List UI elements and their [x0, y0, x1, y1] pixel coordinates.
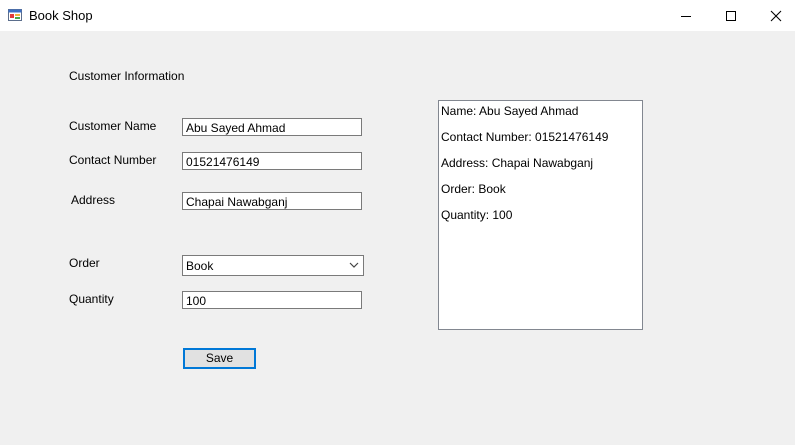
customer-name-label: Customer Name	[69, 119, 157, 133]
address-label: Address	[71, 193, 116, 207]
output-listbox[interactable]: Name: Abu Sayed Ahmad Contact Number: 01…	[438, 100, 643, 330]
address-input[interactable]: Chapai Nawabganj	[182, 192, 362, 210]
minimize-icon	[681, 16, 691, 17]
save-button[interactable]: Save	[183, 348, 256, 369]
section-title: Customer Information	[69, 69, 185, 83]
order-select[interactable]: Book	[182, 255, 364, 276]
window-title: Book Shop	[29, 8, 93, 23]
chevron-down-icon[interactable]	[349, 262, 359, 269]
maximize-icon	[726, 11, 736, 21]
book-shop-window: Book Shop Customer Information Customer …	[0, 0, 795, 445]
contact-number-label: Contact Number	[69, 153, 157, 167]
output-line-address: Address: Chapai Nawabganj	[441, 156, 594, 170]
output-line-order: Order: Book	[441, 182, 506, 196]
output-line-quantity: Quantity: 100	[441, 208, 513, 222]
contact-number-input[interactable]: 01521476149	[182, 152, 362, 170]
close-button[interactable]	[753, 0, 795, 31]
maximize-button[interactable]	[708, 0, 754, 31]
title-bar[interactable]: Book Shop	[0, 0, 795, 31]
output-line-contact: Contact Number: 01521476149	[441, 130, 609, 144]
quantity-input[interactable]: 100	[182, 291, 362, 309]
customer-name-input[interactable]: Abu Sayed Ahmad	[182, 118, 362, 136]
order-label: Order	[69, 256, 100, 270]
quantity-label: Quantity	[69, 292, 114, 306]
close-icon	[770, 10, 782, 22]
order-selected-value: Book	[186, 259, 214, 273]
minimize-button[interactable]	[663, 0, 709, 31]
output-line-name: Name: Abu Sayed Ahmad	[441, 104, 579, 118]
forms-app-icon	[8, 8, 22, 22]
